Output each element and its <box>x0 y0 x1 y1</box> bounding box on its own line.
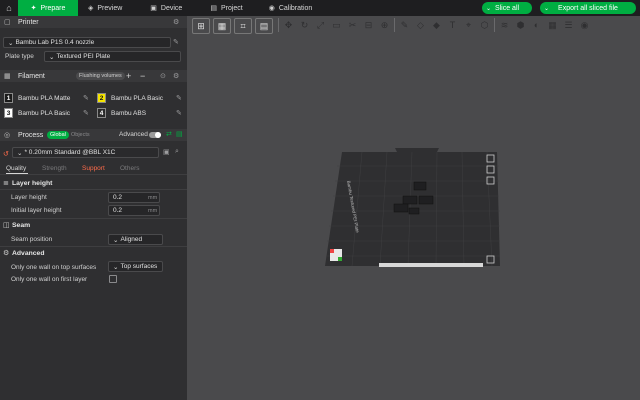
gear-icon[interactable]: ⚙ <box>173 72 179 80</box>
plate-front-label <box>379 263 483 267</box>
chevron-down-icon[interactable]: ⌄ <box>486 5 491 12</box>
chevron-down-icon: ⌄ <box>17 149 23 157</box>
tab-project[interactable]: ▤ Project <box>200 0 252 16</box>
seam-icon: ◫ <box>3 222 10 229</box>
layer-height-label: Layer height <box>11 194 47 201</box>
wall-top-surfaces-select[interactable]: ⌄ Top surfaces <box>108 261 163 272</box>
remove-icon[interactable]: − <box>140 71 145 81</box>
printer-section-header: ▢ Printer <box>0 16 187 28</box>
top-bar: ⌂ ✦ Prepare ◈ Preview ▣ Device ▤ Project ◉ Ca… <box>0 0 640 16</box>
model-part-1 <box>413 181 427 191</box>
axis-y <box>338 257 342 261</box>
wall-top-surfaces-label: Only one wall on top surfaces <box>11 264 97 271</box>
add-icon[interactable]: + <box>126 71 131 81</box>
divider <box>0 246 187 247</box>
plate-tab <box>395 148 439 152</box>
sync-icon[interactable]: ⊙ <box>160 72 166 80</box>
edit-icon[interactable]: ✎ <box>83 109 89 117</box>
advanced-toggle[interactable] <box>149 132 161 138</box>
seam-position-label: Seam position <box>11 236 53 243</box>
export-all-sliced-button[interactable]: ⌄ Export all sliced file <box>540 2 636 14</box>
tab-others[interactable]: Others <box>120 165 140 172</box>
layer-height-unit: mm <box>148 195 158 201</box>
filament-4-swatch[interactable]: 4 <box>97 108 106 118</box>
gear-icon[interactable]: ⚙ <box>173 18 179 26</box>
edit-icon[interactable]: ✎ <box>173 38 179 46</box>
edit-icon[interactable]: ✎ <box>83 94 89 102</box>
filament-2-swatch[interactable]: 2 <box>97 93 106 103</box>
initial-layer-height-label: Initial layer height <box>11 207 62 214</box>
reset-icon[interactable]: ↺ <box>3 150 9 158</box>
calibration-icon: ◉ <box>268 5 275 12</box>
filament-2-name[interactable]: Bambu PLA Basic <box>111 95 163 102</box>
save-icon[interactable]: ▣ <box>163 148 170 156</box>
home-icon[interactable]: ⌂ <box>0 0 18 16</box>
model-part-3 <box>418 195 434 205</box>
divider <box>0 174 187 175</box>
tab-prepare[interactable]: ✦ Prepare <box>18 0 78 16</box>
project-icon: ▤ <box>210 5 217 12</box>
build-plate-scene[interactable]: Bambu Textured PEI Plate <box>187 16 640 400</box>
settings-icon[interactable]: ▤ <box>176 130 183 138</box>
chevron-down-icon: ⌄ <box>49 53 55 61</box>
edit-icon[interactable]: ✎ <box>176 94 182 102</box>
global-toggle[interactable]: Global <box>47 131 69 139</box>
printer-icon: ▢ <box>4 19 11 26</box>
tab-support[interactable]: Support <box>82 165 105 172</box>
wall-first-layer-label: Only one wall on first layer <box>11 276 88 283</box>
slice-all-button[interactable]: ⌄ Slice all <box>482 2 532 14</box>
compare-icon[interactable]: ⇄ <box>166 130 172 138</box>
filament-1-name[interactable]: Bambu PLA Matte <box>18 95 70 102</box>
initial-layer-height-unit: mm <box>148 208 158 214</box>
filament-3-name[interactable]: Bambu PLA Basic <box>18 110 70 117</box>
tab-quality[interactable]: Quality <box>6 165 26 172</box>
advanced-settings-icon: ⚙ <box>3 250 10 257</box>
process-icon: ◎ <box>4 132 11 139</box>
filament-4-name[interactable]: Bambu ABS <box>111 110 146 117</box>
device-icon: ▣ <box>150 5 157 12</box>
plate-type-label: Plate type <box>5 53 34 60</box>
layer-height-group-title: Layer height <box>12 180 53 187</box>
filament-icon: ▦ <box>4 73 11 80</box>
tab-preview[interactable]: ◈ Preview <box>78 0 132 16</box>
wall-first-layer-checkbox[interactable] <box>109 275 117 283</box>
tab-calibration[interactable]: ◉ Calibration <box>259 0 323 16</box>
advanced-label: Advanced <box>119 131 148 138</box>
process-profile-select[interactable]: ⌄ * 0.20mm Standard @BBL X1C <box>12 147 159 158</box>
seam-group-title: Seam <box>12 222 31 229</box>
chevron-down-icon[interactable]: ⌄ <box>544 5 549 12</box>
seam-position-select[interactable]: ⌄ Aligned <box>108 234 163 245</box>
search-icon[interactable]: ⌕ <box>175 148 179 156</box>
objects-toggle[interactable]: Objects <box>71 132 90 138</box>
plate-type-select[interactable]: ⌄ Textured PEI Plate <box>44 51 181 62</box>
chevron-down-icon: ⌄ <box>113 236 119 244</box>
tab-device[interactable]: ▣ Device <box>140 0 192 16</box>
preview-icon: ◈ <box>88 5 94 12</box>
advanced-group-title: Advanced <box>12 250 45 257</box>
model-part-4 <box>393 203 409 213</box>
prepare-icon: ✦ <box>30 5 37 12</box>
printer-select[interactable]: ⌄ Bambu Lab P1S 0.4 nozzle <box>3 37 171 48</box>
tab-strength[interactable]: Strength <box>42 165 67 172</box>
filament-1-swatch[interactable]: 1 <box>4 93 13 103</box>
axis-x <box>330 249 334 253</box>
chevron-down-icon: ⌄ <box>113 263 119 271</box>
flushing-volumes-button[interactable]: Flushing volumes <box>76 72 125 80</box>
chevron-down-icon: ⌄ <box>8 39 14 47</box>
sidebar: ▢ Printer ⚙ ⌄ Bambu Lab P1S 0.4 nozzle ✎… <box>0 16 187 400</box>
filament-3-swatch[interactable]: 3 <box>4 108 13 118</box>
model-part-2 <box>402 195 418 205</box>
model-part-5 <box>408 207 420 215</box>
layers-icon: ≣ <box>3 180 9 187</box>
edit-icon[interactable]: ✎ <box>176 109 182 117</box>
divider <box>0 218 187 219</box>
